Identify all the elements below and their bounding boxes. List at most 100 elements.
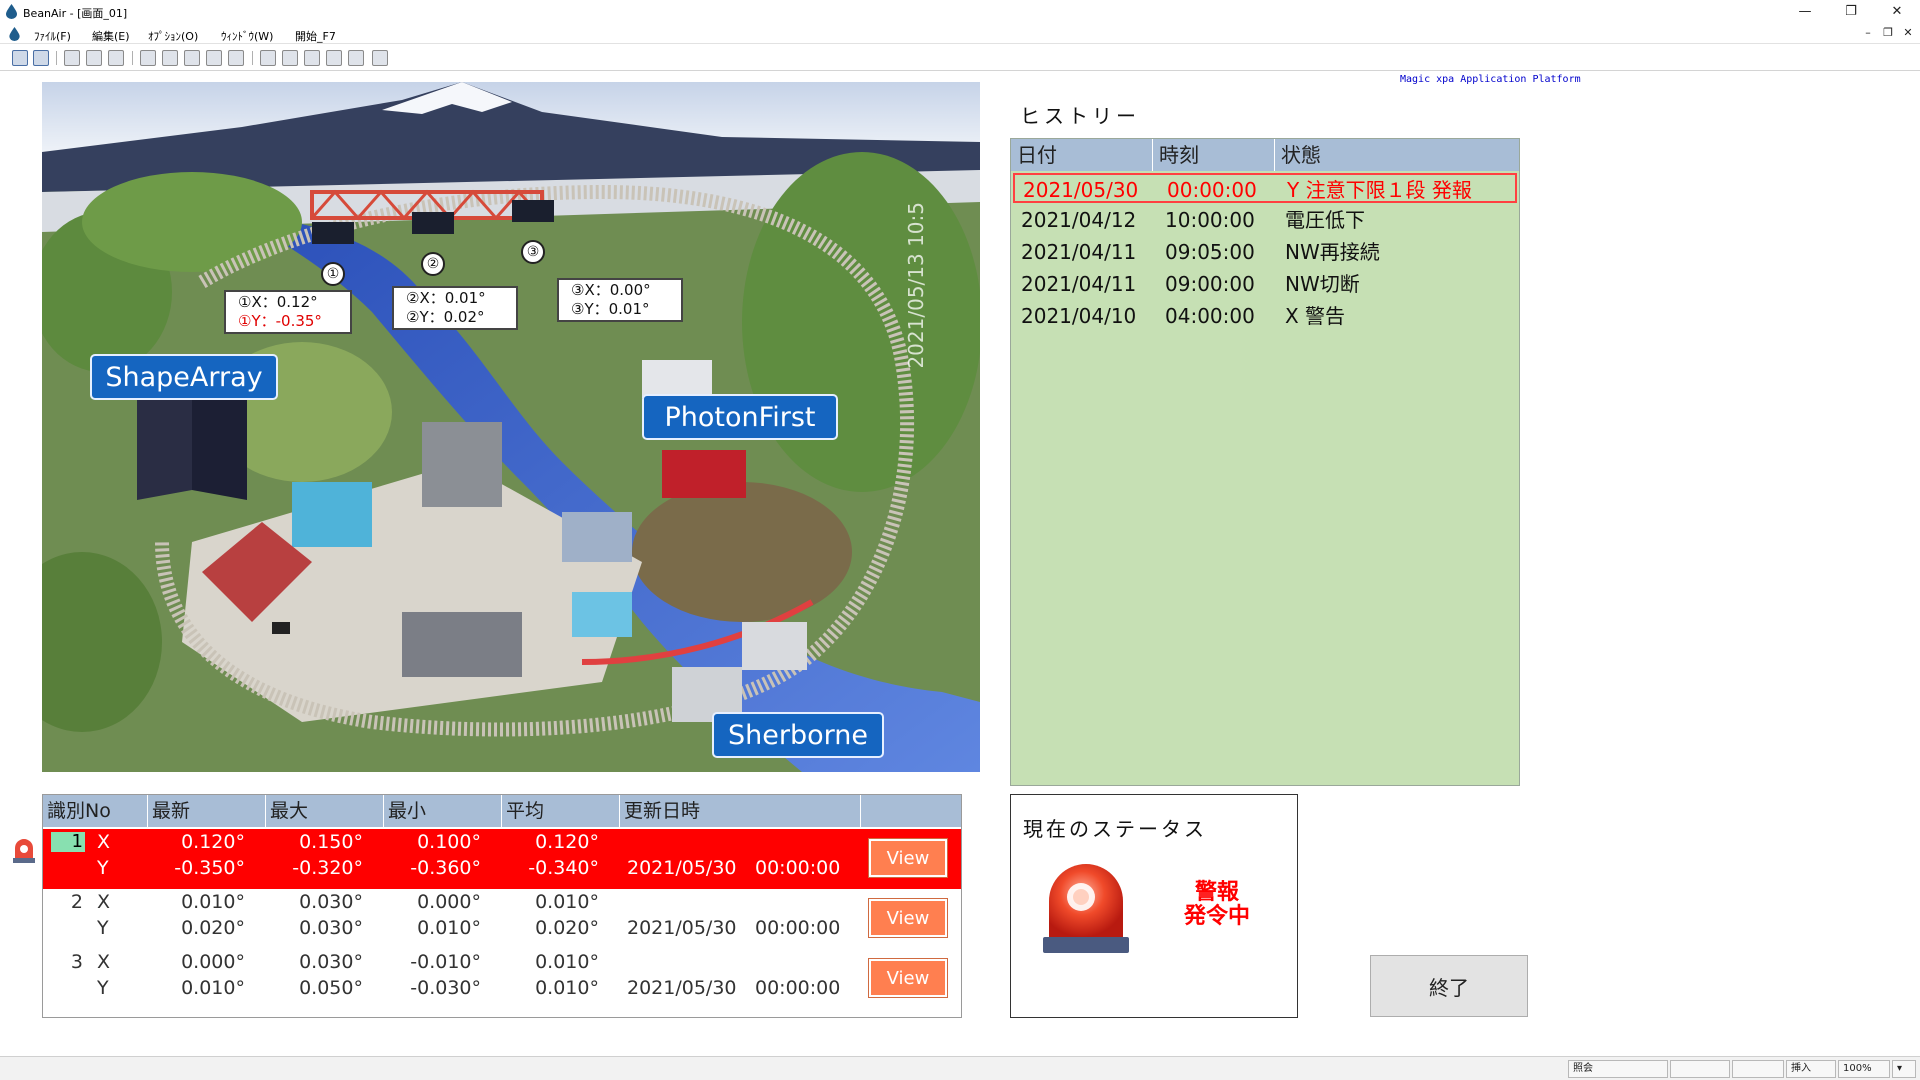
history-row[interactable]: 2021/04/11 09:00:00 NW切断 xyxy=(1013,269,1517,299)
header-id: 識別No xyxy=(43,795,148,827)
alarm-row-icon xyxy=(13,839,35,863)
status-bar: 照会 挿入 100% ▾ xyxy=(0,1056,1920,1080)
row-1-x-axis: X xyxy=(97,831,111,853)
mdi-close-button[interactable]: ✕ xyxy=(1900,26,1916,39)
sensor-2-readout: ②X：0.01° ②Y：0.02° xyxy=(392,286,518,330)
menu-options[interactable]: ｵﾌﾟｼｮﾝ(O) xyxy=(148,28,198,44)
current-status-panel: 現在のステータス 警報 発令中 xyxy=(1010,794,1298,1018)
statusbar-insert: 挿入 xyxy=(1786,1060,1836,1078)
row-1-date: 2021/05/30 xyxy=(627,857,737,879)
sensor-3-readout: ③X：0.00° ③Y：0.01° xyxy=(557,278,683,322)
menu-file[interactable]: ﾌｧｲﾙ(F) xyxy=(34,28,71,44)
row-3-id[interactable]: 3 xyxy=(51,949,83,975)
row-1-id[interactable]: 1 xyxy=(51,832,85,852)
row-1-y-latest: -0.350° xyxy=(174,857,245,879)
options-icon[interactable] xyxy=(348,50,364,66)
open-file-icon[interactable] xyxy=(33,50,49,66)
mdi-restore-button[interactable]: ❐ xyxy=(1880,26,1896,39)
history-row-3-state: NW再接続 xyxy=(1285,240,1380,264)
history-row-5-state: X 警告 xyxy=(1285,304,1346,328)
history-row-4-state: NW切断 xyxy=(1285,272,1360,296)
header-updated: 更新日時 xyxy=(620,795,861,827)
range-icon[interactable] xyxy=(228,50,244,66)
mdi-minimize-button[interactable]: – xyxy=(1860,26,1876,39)
history-row-1-time: 00:00:00 xyxy=(1167,178,1257,202)
history-row[interactable]: 2021/04/11 09:05:00 NW再接続 xyxy=(1013,237,1517,267)
title-bar: BeanAir - [画面_01] — ❐ ✕ xyxy=(0,0,1920,24)
row-2-x-avg: 0.010° xyxy=(535,891,599,913)
history-header: 日付 時刻 状態 xyxy=(1011,139,1519,171)
row-1-x-avg: 0.120° xyxy=(535,831,599,853)
toolbar-separator xyxy=(132,51,133,65)
alarm-beacon-icon xyxy=(1043,864,1129,953)
view-button-3[interactable]: View xyxy=(868,958,948,998)
brand-label-photonfirst: PhotonFirst xyxy=(642,394,838,440)
exit-button[interactable]: 終了 xyxy=(1370,955,1528,1017)
sort-icon[interactable] xyxy=(282,50,298,66)
copy-record-icon[interactable] xyxy=(184,50,200,66)
form-icon[interactable] xyxy=(86,50,102,66)
header-max: 最大 xyxy=(266,795,384,827)
row-1-y-axis: Y xyxy=(97,857,109,879)
menu-start[interactable]: 開始_F7 xyxy=(295,28,336,44)
menu-edit[interactable]: 編集(E) xyxy=(92,28,130,44)
row-2-date: 2021/05/30 xyxy=(627,917,737,939)
view-button-1[interactable]: View xyxy=(868,838,948,878)
row-3-y-min: -0.030° xyxy=(410,977,481,999)
row-3-date: 2021/05/30 xyxy=(627,977,737,999)
row-3-y-latest: 0.010° xyxy=(181,977,245,999)
row-3-y-axis: Y xyxy=(97,977,109,999)
row-2-y-axis: Y xyxy=(97,917,109,939)
row-3-time: 00:00:00 xyxy=(755,977,841,999)
locate-icon[interactable] xyxy=(206,50,222,66)
row-2-y-latest: 0.020° xyxy=(181,917,245,939)
row-2-y-min: 0.010° xyxy=(417,917,481,939)
help-icon[interactable] xyxy=(372,50,388,66)
history-header-state: 状態 xyxy=(1281,143,1321,167)
minimize-button[interactable]: — xyxy=(1782,0,1828,22)
zoom-dropdown-button[interactable]: ▾ xyxy=(1892,1060,1916,1078)
history-row-1-state: Y 注意下限１段 発報 xyxy=(1287,178,1472,202)
brand-label-shapearray: ShapeArray xyxy=(90,354,278,400)
app-drop-icon xyxy=(9,27,20,41)
platform-label: Magic xpa Application Platform xyxy=(1400,74,1581,85)
close-button[interactable]: ✕ xyxy=(1874,0,1920,22)
insert-record-icon[interactable] xyxy=(140,50,156,66)
row-3-x-latest: 0.000° xyxy=(181,951,245,973)
toolbar-separator xyxy=(56,51,57,65)
sensor-number-1: ① xyxy=(321,262,345,286)
view-button-2[interactable]: View xyxy=(868,898,948,938)
row-2-id[interactable]: 2 xyxy=(51,889,83,915)
statusbar-empty-1 xyxy=(1670,1060,1730,1078)
header-latest: 最新 xyxy=(148,795,266,827)
open-folder-icon[interactable] xyxy=(12,50,28,66)
app-drop-icon xyxy=(6,4,17,19)
view-icon[interactable] xyxy=(260,50,276,66)
print-icon[interactable] xyxy=(326,50,342,66)
alarm-line-2: 発令中 xyxy=(1183,904,1250,929)
filter-icon[interactable] xyxy=(304,50,320,66)
history-list: 日付 時刻 状態 2021/05/30 00:00:00 Y 注意下限１段 発報… xyxy=(1010,138,1520,786)
history-row-1-date: 2021/05/30 xyxy=(1023,178,1139,202)
history-row-2-time: 10:00:00 xyxy=(1165,208,1255,232)
row-1-y-min: -0.360° xyxy=(410,857,481,879)
restore-button[interactable]: ❐ xyxy=(1828,0,1874,22)
history-row-2-date: 2021/04/12 xyxy=(1021,208,1137,232)
history-row[interactable]: 2021/04/12 10:00:00 電圧低下 xyxy=(1013,205,1517,235)
sensor-1-x-value: ①X：0.12° xyxy=(238,293,318,311)
row-2-x-min: 0.000° xyxy=(417,891,481,913)
query-icon[interactable] xyxy=(64,50,80,66)
row-3-y-avg: 0.010° xyxy=(535,977,599,999)
history-header-time: 時刻 xyxy=(1153,139,1275,171)
history-row-5-date: 2021/04/10 xyxy=(1021,304,1137,328)
status-title: 現在のステータス xyxy=(1023,817,1207,841)
row-3-x-avg: 0.010° xyxy=(535,951,599,973)
delete-record-icon[interactable] xyxy=(162,50,178,66)
menu-window[interactable]: ｳｨﾝﾄﾞｳ(W) xyxy=(221,28,273,44)
window-title: BeanAir - [画面_01] xyxy=(23,7,128,20)
statusbar-empty-2 xyxy=(1732,1060,1784,1078)
history-row[interactable]: 2021/05/30 00:00:00 Y 注意下限１段 発報 xyxy=(1013,173,1517,203)
list-icon[interactable] xyxy=(108,50,124,66)
row-2-time: 00:00:00 xyxy=(755,917,841,939)
history-row[interactable]: 2021/04/10 04:00:00 X 警告 xyxy=(1013,301,1517,331)
